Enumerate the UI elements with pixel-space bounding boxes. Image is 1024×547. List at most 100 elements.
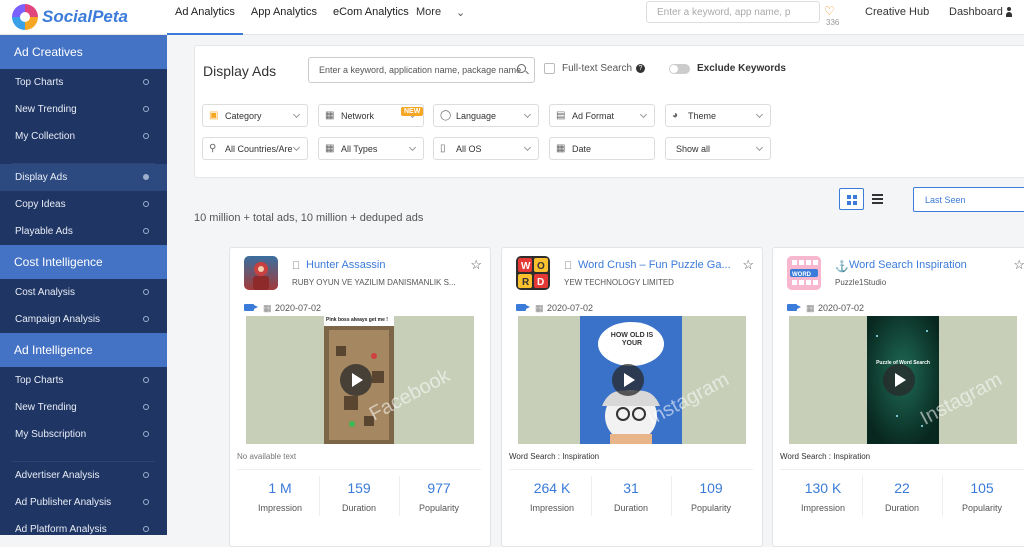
ad-video-preview[interactable]: HOW OLD IS YOUR Instagram (518, 316, 746, 444)
svg-text:R: R (522, 277, 530, 288)
stats-divider (509, 469, 753, 470)
os-dropdown[interactable]: ▯ All OS (433, 137, 539, 160)
grid-icon: ▦ (325, 143, 335, 154)
sidebar-item-playable-ads[interactable]: Playable Ads (0, 218, 167, 245)
sidebar-item-ad-platform-analysis[interactable]: Ad Platform Analysis (0, 516, 167, 543)
circle-icon (143, 526, 149, 532)
topnav-ecom-analytics[interactable]: eCom Analytics (325, 0, 417, 35)
sidebar-item-advertiser-analysis[interactable]: Advertiser Analysis (0, 462, 167, 489)
sidebar-section-ad-intelligence[interactable]: Ad Intelligence (0, 333, 167, 367)
exclude-keywords-toggle[interactable] (669, 64, 690, 74)
sidebar-section-cost-intelligence[interactable]: Cost Intelligence (0, 245, 167, 279)
list-view-button[interactable] (865, 188, 890, 210)
sidebar-item-top-charts-2[interactable]: Top Charts (0, 367, 167, 394)
app-icon[interactable] (244, 256, 278, 290)
countries-dropdown[interactable]: ⚲ All Countries/Are (202, 137, 308, 160)
app-name-link[interactable]: Word Search Inspiration (849, 259, 1009, 271)
sidebar-item-ad-publisher-analysis[interactable]: Ad Publisher Analysis (0, 489, 167, 516)
category-dropdown[interactable]: ▣ Category (202, 104, 308, 127)
ad-text: No available text (237, 452, 297, 461)
ad-format-icon: ▤ (556, 110, 566, 121)
ad-video-preview[interactable]: Puzzle of Word Search Instagram (789, 316, 1017, 444)
dropdown-label: Category (225, 111, 262, 121)
ad-card[interactable]: W O R D  Word Crush – Fun Puzzle Ga... … (501, 247, 763, 547)
keyword-search-input[interactable]: Enter a keyword, application name, packa… (308, 57, 535, 83)
sidebar-item-campaign-analysis[interactable]: Campaign Analysis (0, 306, 167, 333)
sidebar-item-my-subscription[interactable]: My Subscription (0, 421, 167, 448)
stat-popularity: 105 Popularity (942, 480, 1022, 513)
star-icon[interactable]: ☆ (742, 257, 754, 273)
phone-icon: ▯ (440, 143, 446, 154)
stat-label: Impression (800, 503, 845, 513)
fulltext-search-checkbox[interactable] (544, 63, 555, 74)
sidebar-item-display-ads[interactable]: Display Ads (0, 164, 167, 191)
topnav-app-analytics[interactable]: App Analytics (243, 0, 325, 35)
heart-icon[interactable]: ♡ (824, 4, 835, 18)
ad-video-preview[interactable]: Pink boss always get me ! Facebook (246, 316, 474, 444)
stat-label: Popularity (961, 503, 1003, 513)
publisher-name: Puzzle1Studio (835, 278, 887, 287)
dropdown-label: Language (456, 111, 497, 121)
calendar-icon: ▦ (263, 303, 272, 313)
sidebar-item-new-trending[interactable]: New Trending (0, 96, 167, 123)
sidebar-item-label: Top Charts (15, 375, 64, 386)
grid-cell (853, 201, 857, 205)
sidebar-item-cost-analysis[interactable]: Cost Analysis (0, 279, 167, 306)
sidebar-item-label: Campaign Analysis (15, 314, 101, 325)
sidebar-item-new-trending-2[interactable]: New Trending (0, 394, 167, 421)
star-icon[interactable]: ☆ (470, 257, 482, 273)
dropdown-label: Ad Format (572, 111, 615, 121)
creative-hub-link[interactable]: Creative Hub (865, 6, 929, 18)
grid-view-button[interactable] (839, 188, 864, 210)
dropdown-label: Show all (676, 144, 711, 154)
stats-divider (237, 469, 481, 470)
language-dropdown[interactable]: ◯ Language (433, 104, 539, 127)
sidebar-item-label: Top Charts (15, 77, 64, 88)
svg-text:WORD: WORD (792, 272, 812, 278)
play-icon[interactable] (340, 364, 372, 396)
sidebar-item-top-charts[interactable]: Top Charts (0, 69, 167, 96)
ad-format-dropdown[interactable]: ▤ Ad Format (549, 104, 655, 127)
sidebar-item-label: My Subscription (15, 429, 87, 440)
app-name-link[interactable]: Word Crush – Fun Puzzle Ga... (578, 259, 738, 271)
app-name-link[interactable]: Hunter Assassin (306, 259, 466, 271)
dashboard-link[interactable]: Dashboard (949, 6, 1003, 18)
play-icon[interactable] (612, 364, 644, 396)
date-picker[interactable]: ▦ Date (549, 137, 655, 160)
star-icon[interactable]: ☆ (1013, 257, 1024, 273)
circle-icon (143, 201, 149, 207)
ad-card[interactable]:  Hunter Assassin ☆ RUBY OYUN VE YAZILIM… (229, 247, 491, 547)
theme-dropdown[interactable]: ◕ Theme (665, 104, 771, 127)
chevron-down-icon[interactable]: ⌄ (456, 6, 465, 19)
list-line (872, 194, 883, 196)
play-icon[interactable] (883, 364, 915, 396)
sidebar-item-copy-ideas[interactable]: Copy Ideas (0, 191, 167, 218)
search-icon[interactable] (517, 64, 526, 73)
stat-label: Popularity (690, 503, 732, 513)
new-badge: NEW (401, 107, 424, 116)
topnav-ad-analytics[interactable]: Ad Analytics (167, 0, 243, 35)
more-menu[interactable]: More (416, 6, 441, 18)
app-icon[interactable]: W O R D (516, 256, 550, 290)
circle-icon (143, 228, 149, 234)
location-pin-icon: ⚲ (209, 143, 217, 154)
video-icon (244, 304, 258, 311)
ad-card[interactable]: WORD ⚓ Word Search Inspiration ☆ Puzzle1… (772, 247, 1024, 547)
grid-cell (847, 201, 851, 205)
video-icon (516, 304, 530, 311)
show-all-dropdown[interactable]: Show all (665, 137, 771, 160)
sort-select[interactable]: Last Seen (913, 187, 1024, 212)
types-dropdown[interactable]: ▦ All Types (318, 137, 424, 160)
stat-value: 109 (699, 480, 723, 496)
circle-icon (143, 106, 149, 112)
global-search-input[interactable]: Enter a keyword, app name, p (646, 1, 820, 23)
circle-icon (143, 404, 149, 410)
logo[interactable]: SocialPeta (12, 4, 128, 30)
stat-duration: 31 Duration (591, 480, 671, 513)
user-icon[interactable] (1006, 7, 1012, 17)
sidebar-section-ad-creatives[interactable]: Ad Creatives (0, 35, 167, 69)
sidebar-item-my-collection[interactable]: My Collection (0, 123, 167, 150)
video-icon (787, 304, 801, 311)
app-icon[interactable]: WORD (787, 256, 821, 290)
help-icon[interactable]: ? (636, 64, 645, 73)
